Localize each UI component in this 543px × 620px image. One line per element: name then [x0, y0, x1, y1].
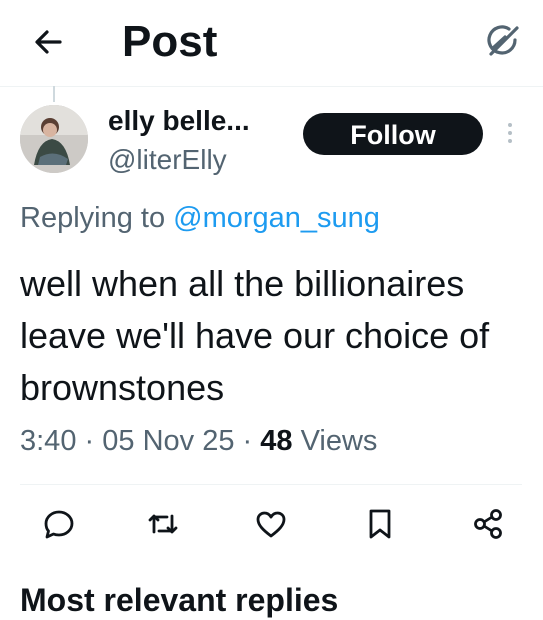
reply-icon[interactable] — [41, 506, 77, 542]
author-name[interactable]: elly belle... — [108, 104, 250, 138]
repost-icon[interactable] — [145, 506, 181, 542]
replying-to-handle-link[interactable]: @morgan_sung — [173, 202, 380, 234]
post-metadata: 3:40 · 05 Nov 25 · 48 Views — [20, 421, 377, 461]
post-date: 05 Nov 25 — [102, 425, 235, 457]
author-handle[interactable]: @literElly — [108, 143, 227, 177]
replying-to: Replying to @morgan_sung — [20, 198, 380, 238]
share-icon[interactable] — [470, 506, 506, 542]
avatar[interactable] — [20, 105, 88, 173]
meta-separator: · — [242, 425, 253, 457]
thread-line — [53, 86, 55, 102]
page-title: Post — [122, 17, 218, 66]
like-icon[interactable] — [253, 506, 289, 542]
most-relevant-replies-heading: Most relevant replies — [20, 582, 339, 618]
views-count: 48 — [260, 425, 293, 457]
post-text: well when all the billionaires leave we'… — [20, 263, 490, 408]
post-time: 3:40 — [20, 425, 77, 457]
follow-button[interactable]: Follow — [303, 113, 483, 155]
top-bar: Post — [0, 0, 543, 87]
more-options-icon[interactable] — [500, 120, 520, 150]
meta-separator: · — [84, 425, 95, 457]
divider — [20, 484, 522, 485]
arrow-left-icon[interactable] — [30, 24, 66, 60]
bookmark-icon[interactable] — [362, 506, 398, 542]
replying-to-label: Replying to — [20, 202, 166, 234]
grok-icon[interactable] — [482, 20, 524, 62]
views-label: Views — [300, 425, 378, 457]
